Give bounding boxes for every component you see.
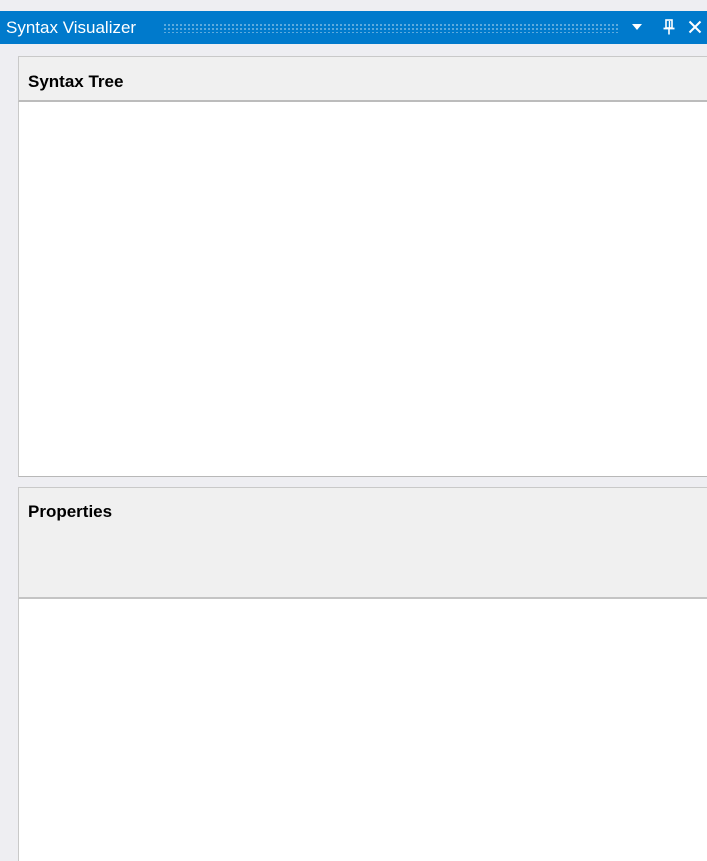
properties-title: Properties: [28, 502, 113, 521]
syntax-tree-view[interactable]: [18, 102, 707, 477]
window-title: Syntax Visualizer: [6, 18, 137, 37]
syntax-tree-header: Syntax Tree: [18, 56, 707, 102]
window-left-border: [0, 44, 10, 861]
close-icon: [688, 20, 702, 34]
properties-grid[interactable]: [18, 599, 707, 861]
window-position-dropdown-button[interactable]: [627, 16, 647, 38]
syntax-tree-title: Syntax Tree: [28, 72, 124, 91]
syntax-visualizer-window: Syntax Visualizer Syntax Tree Properties: [0, 0, 707, 861]
close-window-button[interactable]: [685, 16, 705, 38]
chevron-down-icon: [632, 24, 642, 30]
properties-header: Properties: [18, 487, 707, 599]
pin-icon: [663, 19, 675, 35]
tool-window-titlebar[interactable]: Syntax Visualizer: [0, 11, 707, 44]
auto-hide-pin-button[interactable]: [659, 16, 679, 38]
panel-splitter[interactable]: [18, 477, 707, 487]
titlebar-grip[interactable]: [163, 23, 620, 33]
